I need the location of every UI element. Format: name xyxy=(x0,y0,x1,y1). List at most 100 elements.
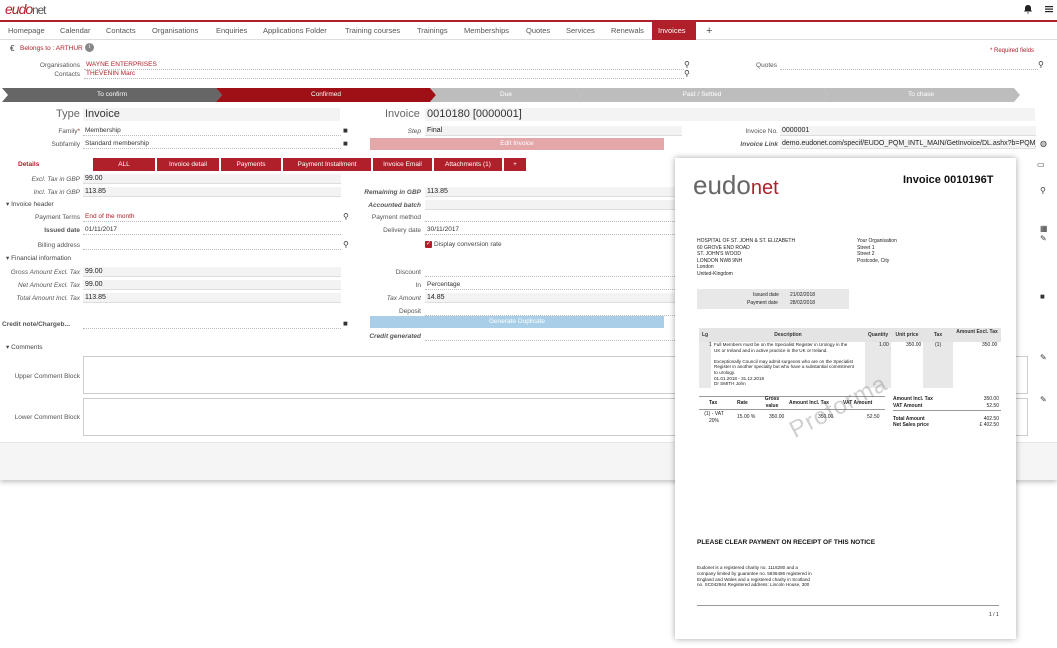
subfamily-field[interactable]: Standard membership xyxy=(83,139,341,149)
tab-trainings[interactable]: Trainings xyxy=(411,22,454,40)
issued-date-field[interactable]: 01/11/2017 xyxy=(83,225,341,235)
link-icon[interactable]: ⚲ xyxy=(1038,60,1044,69)
credit-note-field[interactable] xyxy=(83,319,341,329)
credit-generated-field[interactable] xyxy=(425,331,675,341)
doc-notice: PLEASE CLEAR PAYMENT ON RECEIPT OF THIS … xyxy=(697,539,876,546)
tab-payment-installment[interactable]: Payment Installment xyxy=(283,158,371,171)
menu-icon[interactable] xyxy=(1044,4,1054,14)
tab-invoice-detail[interactable]: Invoice detail xyxy=(157,158,219,171)
tab-invoice-email[interactable]: Invoice Email xyxy=(373,158,432,171)
doc-payment-value: 28/02/2018 xyxy=(790,300,816,306)
link-icon[interactable]: ⚲ xyxy=(1040,186,1046,195)
doc-col-quantity: Quantity xyxy=(865,328,891,342)
invoice-header-section[interactable]: Invoice header xyxy=(6,200,54,208)
quotes-field[interactable] xyxy=(780,60,1038,70)
contacts-field[interactable]: THEVENIN Marc xyxy=(84,69,684,79)
step-label: Step xyxy=(407,128,421,135)
tab-homepage[interactable]: Homepage xyxy=(2,22,51,40)
in-field[interactable]: Percentage xyxy=(425,280,675,290)
doc-row-tax: (1) xyxy=(935,342,942,348)
tab-applications-folder[interactable]: Applications Folder xyxy=(257,22,333,40)
bell-icon[interactable] xyxy=(1023,4,1033,14)
edit-icon[interactable]: ✎ xyxy=(1040,234,1047,243)
tab-all[interactable]: ALL xyxy=(93,158,155,171)
remaining-field[interactable]: 113.85 xyxy=(425,187,675,197)
info-icon[interactable]: i xyxy=(85,43,94,52)
net-amount-field[interactable]: 99.00 xyxy=(83,280,341,290)
edit-icon[interactable]: ✎ xyxy=(1040,353,1047,362)
calendar-icon[interactable]: ▦ xyxy=(1040,224,1048,233)
step-to-chase[interactable]: To chase xyxy=(822,88,1020,102)
tax-amount-field[interactable]: 14.85 xyxy=(425,293,675,303)
belongs-to[interactable]: Belongs to : ARTHUR xyxy=(20,45,83,52)
folder-icon[interactable]: ■ xyxy=(343,319,348,328)
tab-calendar[interactable]: Calendar xyxy=(54,22,96,40)
folder-icon[interactable]: ■ xyxy=(1040,292,1045,301)
doc-col-description: Description xyxy=(711,328,865,342)
tab-memberships[interactable]: Memberships xyxy=(458,22,515,40)
payment-method-field[interactable] xyxy=(425,212,675,222)
accounted-batch-field[interactable] xyxy=(425,200,675,210)
folder-icon[interactable]: ■ xyxy=(343,139,348,148)
link-icon[interactable]: ⚲ xyxy=(684,60,690,69)
tab-training-courses[interactable]: Training courses xyxy=(339,22,406,40)
tab-services[interactable]: Services xyxy=(560,22,601,40)
lower-comment-label: Lower Comment Block xyxy=(14,414,80,421)
doc-summary-labels: Amount Incl. Tax VAT Amount Total Amount… xyxy=(893,396,933,428)
generate-duplicate-button[interactable]: Generate Duplicate xyxy=(370,316,664,328)
tab-payments[interactable]: Payments xyxy=(221,158,281,171)
step-confirmed[interactable]: Confirmed xyxy=(216,88,436,102)
screen-icon[interactable]: ▭ xyxy=(1037,160,1045,169)
incl-tax-label: Incl. Tax in GBP xyxy=(33,189,80,196)
doc-summary-values: 350.00 52.50 402.50 £ 402.50 xyxy=(979,396,999,428)
family-field[interactable]: Membership xyxy=(83,126,341,136)
tab-contacts[interactable]: Contacts xyxy=(100,22,142,40)
tab-renewals[interactable]: Renewals xyxy=(605,22,650,40)
step-to-confirm[interactable]: To confirm xyxy=(2,88,222,102)
folder-icon[interactable]: ■ xyxy=(343,126,348,135)
invoice-label: Invoice xyxy=(385,108,420,120)
deposit-field[interactable] xyxy=(425,306,675,316)
subfamily-label: Subfamily xyxy=(51,141,80,148)
delivery-date-field[interactable]: 30/11/2017 xyxy=(425,225,675,235)
discount-label: Discount xyxy=(395,269,421,276)
invoice-number-field[interactable]: 0010180 [0000001] xyxy=(425,108,1035,121)
doc-tcol-tax: Tax xyxy=(709,400,718,406)
tab-add-detail[interactable]: + xyxy=(504,158,526,171)
financial-information-section[interactable]: Financial information xyxy=(6,254,71,262)
link-icon[interactable]: ⚲ xyxy=(343,240,349,249)
step-field[interactable]: Final xyxy=(425,126,682,136)
edit-invoice-button[interactable]: Edit Invoice xyxy=(370,138,664,150)
billing-address-field[interactable] xyxy=(83,240,341,250)
tab-invoices[interactable]: Invoices xyxy=(652,22,696,40)
link-icon[interactable]: ⚲ xyxy=(684,69,690,78)
doc-summary-divider xyxy=(893,410,1001,411)
tab-organisations[interactable]: Organisations xyxy=(146,22,204,40)
tab-attachments[interactable]: Attachments (1) xyxy=(434,158,502,171)
excl-tax-field[interactable]: 99.00 xyxy=(83,174,341,184)
invoice-link-field[interactable]: demo.eudonet.com/specif/EUDO_PQM_INTL_MA… xyxy=(780,139,1036,149)
comments-section[interactable]: Comments xyxy=(6,343,42,351)
step-paid-settled[interactable]: Paid / Settled xyxy=(576,88,828,102)
step-due[interactable]: Due xyxy=(430,88,582,102)
total-amount-field[interactable]: 113.85 xyxy=(83,293,341,303)
display-rate-checkbox[interactable]: ✓ xyxy=(425,241,432,248)
doc-col-lg: Lg xyxy=(699,328,711,342)
tab-quotes[interactable]: Quotes xyxy=(520,22,556,40)
doc-row-shade xyxy=(923,342,953,388)
invoice-preview: eudonet Invoice 0010196T HOSPITAL OF ST.… xyxy=(675,158,1016,639)
doc-col-amount: Amount Excl. Tax xyxy=(953,328,1001,342)
invoice-no-field[interactable]: 0000001 xyxy=(780,126,1036,136)
tab-enquiries[interactable]: Enquiries xyxy=(210,22,253,40)
type-field[interactable]: Invoice xyxy=(83,108,340,121)
payment-terms-field[interactable]: End of the month xyxy=(83,212,341,222)
edit-icon[interactable]: ✎ xyxy=(1040,395,1047,404)
display-rate-label: Display conversion rate xyxy=(434,241,502,248)
gross-amount-field[interactable]: 99.00 xyxy=(83,267,341,277)
tab-add[interactable]: + xyxy=(700,22,718,40)
doc-issued-label: Issued date xyxy=(753,292,779,298)
incl-tax-field[interactable]: 113.85 xyxy=(83,187,341,197)
eudonet-logo[interactable]: eudonet xyxy=(5,1,46,17)
discount-field[interactable] xyxy=(425,267,675,277)
globe-icon[interactable]: ◍ xyxy=(1040,139,1047,148)
